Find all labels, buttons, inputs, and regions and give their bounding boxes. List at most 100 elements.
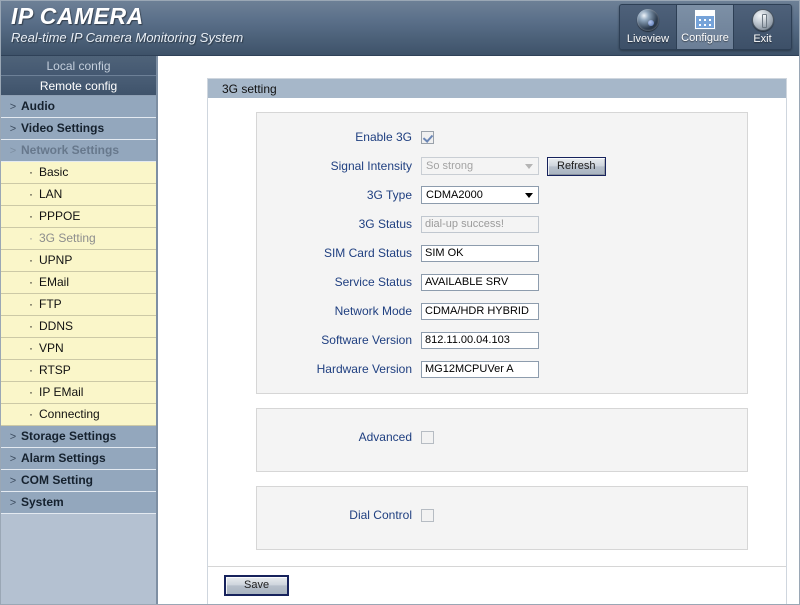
sidebar-item-local-config[interactable]: Local config — [1, 56, 156, 76]
network-mode-label: Network Mode — [334, 304, 412, 318]
sidebar-item-ip-email[interactable]: · IP EMail — [1, 382, 156, 404]
chevron-right-icon: > — [9, 145, 17, 157]
bullet-icon: · — [29, 407, 33, 421]
panel-title: 3G setting — [208, 78, 786, 98]
hardware-version-input[interactable] — [421, 360, 539, 378]
field-row-hardware-version: Hardware Version — [257, 357, 747, 381]
signal-intensity-select[interactable]: So strong — [421, 157, 539, 175]
network-mode-input[interactable] — [421, 302, 539, 320]
sidebar-item-vpn[interactable]: · VPN — [1, 338, 156, 360]
enable-3g-checkbox[interactable] — [421, 130, 434, 144]
3g-type-value: CDMA2000 — [426, 189, 483, 201]
enable-3g-label: Enable 3G — [355, 130, 412, 144]
page-subtitle: Real-time IP Camera Monitoring System — [11, 30, 244, 45]
sidebar-item-connecting[interactable]: · Connecting — [1, 404, 156, 426]
sidebar-item-3g-setting[interactable]: · 3G Setting — [1, 228, 156, 250]
brand-block: IP CAMERA Real-time IP Camera Monitoring… — [11, 3, 243, 46]
dial-control-checkbox[interactable] — [421, 508, 434, 522]
software-version-input[interactable] — [421, 331, 539, 349]
field-row-advanced: Advanced — [257, 425, 747, 449]
refresh-button[interactable]: Refresh — [547, 156, 606, 176]
dial-control-label: Dial Control — [349, 508, 412, 522]
chevron-right-icon: > — [9, 453, 17, 465]
software-version-label: Software Version — [321, 333, 412, 347]
page-title: IP CAMERA — [11, 3, 144, 29]
sidebar-item-rtsp[interactable]: · RTSP — [1, 360, 156, 382]
3g-type-select[interactable]: CDMA2000 — [421, 186, 539, 204]
bullet-icon: · — [29, 209, 33, 223]
save-bar: Save — [208, 566, 786, 604]
field-row-service-status: Service Status — [257, 270, 747, 294]
sidebar-item-lan[interactable]: · LAN — [1, 184, 156, 206]
sidebar-item-system[interactable]: > System — [1, 492, 156, 514]
advanced-fieldset: Advanced — [256, 408, 748, 472]
field-row-network-mode: Network Mode — [257, 299, 747, 323]
nav-button-exit[interactable]: Exit — [734, 5, 791, 49]
power-icon — [751, 9, 774, 31]
bullet-icon: · — [29, 385, 33, 399]
sidebar-item-label: Video Settings — [21, 121, 105, 135]
sidebar-item-label: UPNP — [39, 253, 73, 267]
sidebar-item-label: VPN — [39, 341, 64, 355]
chevron-down-icon — [525, 164, 533, 169]
3g-status-label: 3G Status — [358, 217, 412, 231]
sidebar-item-label: Audio — [21, 99, 55, 113]
sim-card-status-label: SIM Card Status — [323, 246, 412, 260]
sidebar-item-label: PPPOE — [39, 209, 81, 223]
bullet-icon: · — [29, 187, 33, 201]
sidebar-item-ddns[interactable]: · DDNS — [1, 316, 156, 338]
sidebar-item-label: System — [21, 495, 64, 509]
sim-card-status-input[interactable] — [421, 244, 539, 262]
bullet-icon: · — [29, 297, 33, 311]
sidebar-item-ftp[interactable]: · FTP — [1, 294, 156, 316]
sidebar-item-alarm-settings[interactable]: > Alarm Settings — [1, 448, 156, 470]
field-row-sim-card-status: SIM Card Status — [257, 241, 747, 265]
chevron-right-icon: > — [9, 431, 17, 443]
calendar-grid-icon — [694, 9, 716, 30]
sidebar-item-label: LAN — [39, 187, 63, 201]
settings-panel: 3G setting Enable 3G Signal Intensity So… — [207, 78, 787, 604]
sidebar-item-email[interactable]: · EMail — [1, 272, 156, 294]
sidebar-item-video-settings[interactable]: > Video Settings — [1, 118, 156, 140]
bullet-icon: · — [29, 363, 33, 377]
sidebar-item-label: EMail — [39, 275, 70, 289]
sidebar-item-label: COM Setting — [21, 473, 93, 487]
chevron-right-icon: > — [9, 475, 17, 487]
content-area: 3G setting Enable 3G Signal Intensity So… — [160, 56, 799, 604]
signal-intensity-label: Signal Intensity — [330, 159, 412, 173]
sidebar-item-remote-config[interactable]: Remote config — [1, 76, 156, 96]
nav-button-configure[interactable]: Configure — [677, 5, 734, 49]
nav-button-liveview[interactable]: Liveview — [620, 5, 677, 49]
sidebar-item-storage-settings[interactable]: > Storage Settings — [1, 426, 156, 448]
save-button[interactable]: Save — [224, 575, 290, 596]
sidebar-item-label: 3G Setting — [39, 231, 96, 245]
top-nav-buttons: Liveview Configure Exit — [619, 4, 792, 50]
nav-button-exit-label: Exit — [753, 33, 772, 45]
3g-main-fieldset: Enable 3G Signal Intensity So strong Ref… — [256, 112, 748, 394]
advanced-label: Advanced — [358, 430, 412, 444]
service-status-input[interactable] — [421, 273, 539, 291]
bullet-icon: · — [29, 275, 33, 289]
bullet-icon: · — [29, 253, 33, 267]
signal-intensity-value: So strong — [426, 160, 474, 172]
camera-lens-icon — [637, 9, 659, 31]
3g-status-input[interactable] — [421, 215, 539, 233]
chevron-right-icon: > — [9, 123, 17, 135]
field-row-3g-type: 3G Type CDMA2000 — [257, 183, 747, 207]
service-status-label: Service Status — [334, 275, 412, 289]
sidebar-item-upnp[interactable]: · UPNP — [1, 250, 156, 272]
sidebar-item-audio[interactable]: > Audio — [1, 96, 156, 118]
sidebar-item-com-setting[interactable]: > COM Setting — [1, 470, 156, 492]
field-row-enable-3g: Enable 3G — [257, 125, 747, 149]
sidebar-item-network-settings[interactable]: > Network Settings — [1, 140, 156, 162]
ip-camera-app-window: IP CAMERA Real-time IP Camera Monitoring… — [0, 0, 800, 605]
nav-button-liveview-label: Liveview — [626, 33, 670, 45]
sidebar-item-basic[interactable]: · Basic — [1, 162, 156, 184]
advanced-checkbox[interactable] — [421, 430, 434, 444]
hardware-version-label: Hardware Version — [316, 362, 412, 376]
sidebar-item-pppoe[interactable]: · PPPOE — [1, 206, 156, 228]
field-row-signal-intensity: Signal Intensity So strong Refresh — [257, 154, 747, 178]
sidebar-item-label: Storage Settings — [21, 429, 117, 443]
sidebar-item-label: Alarm Settings — [21, 451, 106, 465]
dial-control-fieldset: Dial Control — [256, 486, 748, 550]
